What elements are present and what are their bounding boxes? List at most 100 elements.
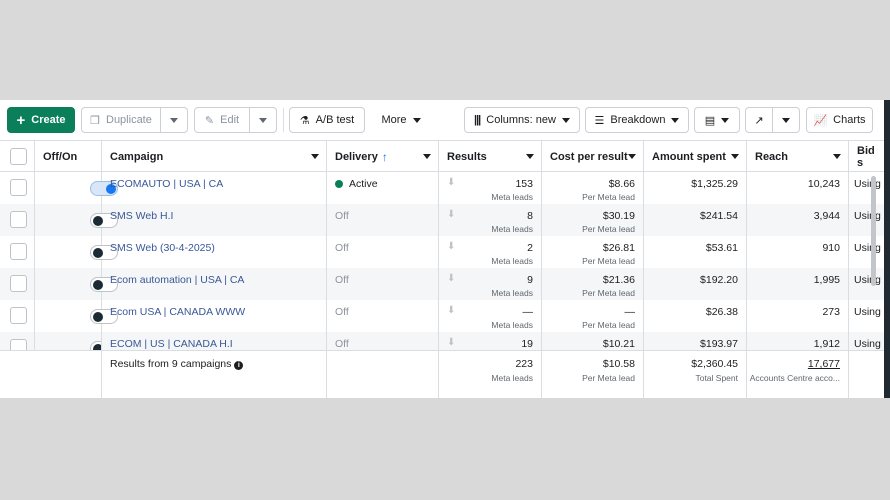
delivery-status: Off: [335, 274, 349, 286]
delivery-status: Off: [335, 338, 349, 350]
bid-cell: Using: [849, 204, 884, 236]
bid-cell: Using: [849, 300, 884, 332]
header-bid[interactable]: Bid s: [849, 141, 884, 172]
results-cell: ⬇ 19: [439, 332, 542, 350]
toggle-cell: [35, 332, 102, 350]
bid-cell: Using: [849, 236, 884, 268]
toolbar-divider: [283, 108, 284, 132]
row-checkbox[interactable]: [10, 243, 27, 260]
ab-test-label: A/B test: [315, 114, 355, 126]
table-row[interactable]: ECOMAUTO | USA | CA Active ⬇ 153 Meta leads $…: [0, 172, 884, 204]
campaign-name-link[interactable]: SMS Web (30-4-2025): [110, 242, 215, 254]
header-campaign-label: Campaign: [110, 150, 164, 163]
toggle-cell: [35, 172, 118, 204]
campaign-name-link[interactable]: ECOMAUTO | USA | CA: [110, 178, 223, 190]
row-checkbox[interactable]: [10, 211, 27, 228]
bid-cell: Using: [849, 332, 884, 350]
reports-icon: ▤: [704, 114, 716, 127]
footer-cost-sub: Per Meta lead: [582, 373, 635, 383]
row-checkbox[interactable]: [10, 275, 27, 292]
header-reach[interactable]: Reach: [747, 141, 849, 172]
export-button[interactable]: ↗: [745, 107, 773, 133]
cost-cell: $10.21: [542, 332, 644, 350]
chevron-down-icon: [671, 117, 680, 123]
columns-button[interactable]: ||| Columns: new: [464, 107, 580, 133]
pencil-icon: ✎: [204, 114, 215, 127]
row-checkbox[interactable]: [10, 339, 27, 350]
results-cell: ⬇ — Meta leads: [439, 300, 542, 332]
reports-button[interactable]: ▤: [694, 107, 740, 133]
footer-spent-value: $2,360.45: [691, 358, 738, 370]
results-cell: ⬇ 8 Meta leads: [439, 204, 542, 236]
cost-cell: $21.36 Per Meta lead: [542, 268, 644, 300]
footer-cost: $10.58 Per Meta lead: [542, 351, 644, 398]
header-off-on: Off/On: [35, 141, 102, 172]
bid-value: Using: [854, 338, 881, 350]
chevron-down-icon: [721, 117, 730, 123]
campaign-name-link[interactable]: SMS Web H.I: [110, 210, 173, 222]
delivery-cell: Off: [327, 268, 439, 300]
campaign-name-link[interactable]: Ecom USA | CANADA WWW: [110, 306, 245, 318]
footer-results: 223 Meta leads: [439, 351, 542, 398]
spent-value: $192.20: [700, 274, 738, 286]
select-cell: [0, 300, 35, 332]
table-row[interactable]: SMS Web (30-4-2025) Off ⬇ 2 Meta leads $26.81…: [0, 236, 884, 268]
active-dot-icon: [335, 180, 343, 188]
row-checkbox[interactable]: [10, 179, 27, 196]
footer-reach: 17,677 Accounts Centre acco...: [747, 351, 849, 398]
chart-icon: 📈: [813, 114, 828, 127]
list-icon: ☰: [594, 114, 605, 127]
create-button[interactable]: + Create: [7, 107, 75, 133]
flask-icon: ⚗: [299, 114, 310, 127]
table-row[interactable]: Ecom USA | CANADA WWW Off ⬇ — Meta leads — Per…: [0, 300, 884, 332]
results-sub: Meta leads: [491, 224, 533, 234]
spent-value: $241.54: [700, 210, 738, 222]
cost-cell: $30.19 Per Meta lead: [542, 204, 644, 236]
edit-button[interactable]: ✎ Edit: [194, 107, 250, 133]
reach-cell: 3,944: [747, 204, 849, 236]
header-delivery[interactable]: Delivery ↑: [327, 141, 439, 172]
header-cost-per-result[interactable]: Cost per result: [542, 141, 644, 172]
select-all-checkbox[interactable]: [10, 148, 27, 165]
export-dropdown-button[interactable]: [772, 107, 800, 133]
header-campaign[interactable]: Campaign: [102, 141, 327, 172]
delivery-cell: Active: [327, 172, 439, 204]
delivery-status: Off: [335, 242, 349, 254]
duplicate-button[interactable]: ❐ Duplicate: [81, 107, 161, 133]
info-icon[interactable]: i: [234, 361, 244, 370]
campaign-name-link[interactable]: ECOM | US | CANADA H.I: [110, 338, 233, 350]
columns-label: Columns: new: [486, 114, 556, 126]
campaign-toggle[interactable]: [90, 341, 101, 350]
more-button[interactable]: More: [370, 107, 432, 133]
row-checkbox[interactable]: [10, 307, 27, 324]
header-amount-spent[interactable]: Amount spent: [644, 141, 747, 172]
reach-cell: 1,995: [747, 268, 849, 300]
select-cell: [0, 236, 35, 268]
ab-test-button[interactable]: ⚗ A/B test: [289, 107, 365, 133]
screenshot-frame: + Create ❐ Duplicate ✎ Edit ⚗ A/B test M…: [0, 0, 890, 500]
header-results[interactable]: Results: [439, 141, 542, 172]
edit-dropdown-button[interactable]: [249, 107, 277, 133]
footer-reach-value[interactable]: 17,677: [808, 358, 840, 370]
table-row[interactable]: Ecom automation | USA | CA Off ⬇ 9 Meta lead…: [0, 268, 884, 300]
window-edge: [884, 100, 890, 398]
create-label: Create: [31, 114, 66, 126]
vertical-scrollbar[interactable]: [871, 176, 876, 286]
toggle-cell: [35, 300, 118, 332]
results-value: 153: [515, 178, 533, 190]
delivery-label: Active: [349, 178, 378, 190]
cost-value: $10.21: [602, 338, 635, 350]
header-reach-label: Reach: [755, 150, 789, 163]
cost-sub: Per Meta lead: [582, 192, 635, 202]
table-row[interactable]: SMS Web H.I Off ⬇ 8 Meta leads $30.19 Per Meta…: [0, 204, 884, 236]
download-icon: ⬇: [447, 209, 456, 220]
breakdown-button[interactable]: ☰ Breakdown: [585, 107, 689, 133]
cost-value: $21.36: [602, 274, 635, 286]
duplicate-dropdown-button[interactable]: [160, 107, 188, 133]
header-off-on-label: Off/On: [43, 150, 78, 163]
charts-button[interactable]: 📈 Charts: [806, 107, 873, 133]
table-row[interactable]: ECOM | US | CANADA H.I Off ⬇ 19 $10.21 $193.9…: [0, 332, 884, 350]
campaign-name-link[interactable]: Ecom automation | USA | CA: [110, 274, 244, 286]
spent-value: $26.38: [705, 306, 738, 318]
spent-cell: $26.38: [644, 300, 747, 332]
